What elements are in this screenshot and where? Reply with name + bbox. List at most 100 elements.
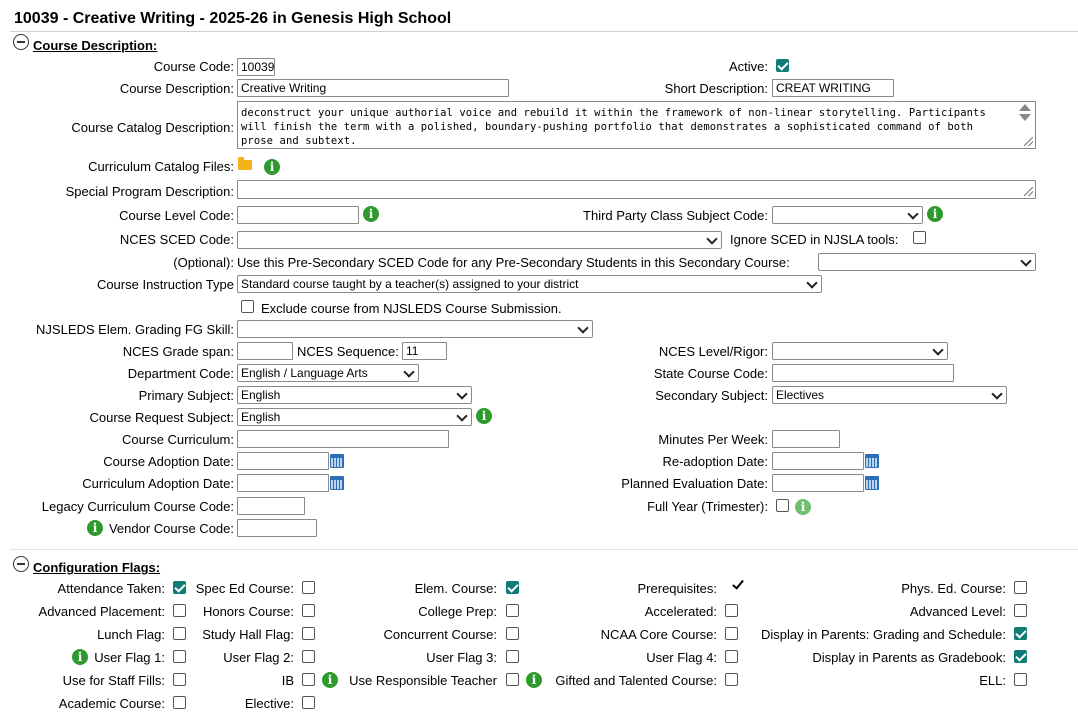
instruction-type-select[interactable]: Standard course taught by a teacher(s) a… xyxy=(237,275,822,293)
info-icon[interactable]: i xyxy=(526,672,542,688)
course-curriculum-field[interactable] xyxy=(237,430,449,448)
pre-secondary-sced-select[interactable] xyxy=(818,253,1036,271)
nces-sequence-label: NCES Sequence: xyxy=(297,344,399,359)
info-icon[interactable]: i xyxy=(322,672,338,688)
flag-elective-label: Elective: xyxy=(244,696,294,711)
flag-user-flag-2-checkbox[interactable] xyxy=(302,650,315,663)
flag-lunch-checkbox[interactable] xyxy=(173,627,186,640)
info-icon[interactable]: i xyxy=(927,206,943,222)
collapse-minus-icon[interactable] xyxy=(13,556,29,572)
flag-attendance-taken-label: Attendance Taken: xyxy=(57,581,165,596)
course-code-label: Course Code: xyxy=(153,59,234,74)
flag-staff-fills-checkbox[interactable] xyxy=(173,673,186,686)
calendar-icon[interactable] xyxy=(330,454,344,468)
scroll-down-icon[interactable] xyxy=(1019,114,1031,121)
nces-sequence-field[interactable]: 11 xyxy=(402,342,447,360)
flag-ncaa-checkbox[interactable] xyxy=(725,627,738,640)
flag-academic-label: Academic Course: xyxy=(58,696,165,711)
nces-grade-span-field[interactable] xyxy=(237,342,293,360)
flag-attendance-taken-checkbox[interactable] xyxy=(173,581,186,594)
chevron-down-icon xyxy=(806,277,818,289)
flag-ib-checkbox[interactable] xyxy=(302,673,315,686)
primary-subject-select[interactable]: English xyxy=(237,386,472,404)
secondary-subject-select[interactable]: Electives xyxy=(772,386,1007,404)
legacy-label: Legacy Curriculum Course Code: xyxy=(41,499,234,514)
flag-responsible-teacher-checkbox[interactable] xyxy=(506,673,519,686)
planned-eval-field[interactable] xyxy=(772,474,864,492)
resize-grip-icon[interactable] xyxy=(1024,137,1033,146)
course-description-field[interactable]: Creative Writing xyxy=(237,79,509,97)
nces-sced-select[interactable] xyxy=(237,231,722,249)
flag-phys-ed-checkbox[interactable] xyxy=(1014,581,1027,594)
course-code-field[interactable]: 10039 xyxy=(237,58,275,76)
vendor-field[interactable] xyxy=(237,519,317,537)
third-party-select[interactable] xyxy=(772,206,923,224)
flag-academic-checkbox[interactable] xyxy=(173,696,186,709)
state-course-field[interactable] xyxy=(772,364,954,382)
flag-prerequisites-label: Prerequisites: xyxy=(637,581,717,596)
flag-honors-checkbox[interactable] xyxy=(302,604,315,617)
flag-gifted-checkbox[interactable] xyxy=(725,673,738,686)
special-program-textarea[interactable] xyxy=(237,180,1036,199)
flag-study-hall-checkbox[interactable] xyxy=(302,627,315,640)
flag-advanced-level-checkbox[interactable] xyxy=(1014,604,1027,617)
info-icon[interactable]: i xyxy=(476,408,492,424)
info-icon[interactable]: i xyxy=(795,499,811,515)
flag-ncaa-label: NCAA Core Course: xyxy=(600,627,717,642)
info-icon[interactable]: i xyxy=(264,159,280,175)
calendar-icon[interactable] xyxy=(865,476,879,490)
checkmark-icon[interactable] xyxy=(732,577,744,590)
flag-concurrent-checkbox[interactable] xyxy=(506,627,519,640)
request-subject-label: Course Request Subject: xyxy=(89,410,234,425)
active-checkbox[interactable] xyxy=(776,59,789,72)
flag-elem-course-label: Elem. Course: xyxy=(414,581,497,596)
readoption-field[interactable] xyxy=(772,452,864,470)
exclude-njsleds-checkbox[interactable] xyxy=(241,300,254,313)
scroll-up-icon[interactable] xyxy=(1019,104,1031,111)
readoption-label: Re-adoption Date: xyxy=(662,454,768,469)
resize-grip-icon[interactable] xyxy=(1024,187,1033,196)
info-icon[interactable]: i xyxy=(363,206,379,222)
request-subject-select[interactable]: English xyxy=(237,408,472,426)
collapse-minus-icon[interactable] xyxy=(13,34,29,50)
calendar-icon[interactable] xyxy=(330,476,344,490)
info-icon[interactable]: i xyxy=(72,649,88,665)
flag-user-flag-1-checkbox[interactable] xyxy=(173,650,186,663)
nces-level-select[interactable] xyxy=(772,342,948,360)
njsleds-label: NJSLEDS Elem. Grading FG Skill: xyxy=(36,322,234,337)
flag-elective-checkbox[interactable] xyxy=(302,696,315,709)
short-description-field[interactable]: CREAT WRITING xyxy=(772,79,894,97)
calendar-icon[interactable] xyxy=(865,454,879,468)
title-divider xyxy=(10,31,1078,32)
section-heading-course-description: Course Description: xyxy=(33,38,158,53)
flag-ib-label: IB xyxy=(281,673,294,688)
flag-spec-ed-checkbox[interactable] xyxy=(302,581,315,594)
course-level-code-field[interactable] xyxy=(237,206,359,224)
section-heading-configuration-flags: Configuration Flags: xyxy=(33,560,161,575)
full-year-checkbox[interactable] xyxy=(776,499,789,512)
flag-display-gradebook-checkbox[interactable] xyxy=(1014,650,1027,663)
njsleds-select[interactable] xyxy=(237,320,593,338)
minutes-field[interactable] xyxy=(772,430,840,448)
ignore-sced-checkbox[interactable] xyxy=(913,231,926,244)
flag-user-flag-3-checkbox[interactable] xyxy=(506,650,519,663)
active-label: Active: xyxy=(728,59,768,74)
department-select[interactable]: English / Language Arts xyxy=(237,364,419,382)
folder-icon[interactable] xyxy=(238,157,252,170)
adoption-date-field[interactable] xyxy=(237,452,329,470)
flag-accelerated-checkbox[interactable] xyxy=(725,604,738,617)
info-icon[interactable]: i xyxy=(87,520,103,536)
ignore-sced-label: Ignore SCED in NJSLA tools: xyxy=(730,232,899,247)
flag-advanced-placement-checkbox[interactable] xyxy=(173,604,186,617)
flag-elem-course-checkbox[interactable] xyxy=(506,581,519,594)
flag-college-prep-checkbox[interactable] xyxy=(506,604,519,617)
secondary-subject-label: Secondary Subject: xyxy=(655,388,768,403)
catalog-description-textarea[interactable]: deconstruct your unique authorial voice … xyxy=(237,101,1036,149)
course-curriculum-label: Course Curriculum: xyxy=(122,432,234,447)
legacy-field[interactable] xyxy=(237,497,305,515)
curriculum-catalog-files-label: Curriculum Catalog Files: xyxy=(88,159,234,174)
flag-ell-checkbox[interactable] xyxy=(1014,673,1027,686)
flag-user-flag-4-checkbox[interactable] xyxy=(725,650,738,663)
flag-display-grading-schedule-checkbox[interactable] xyxy=(1014,627,1027,640)
curriculum-adoption-field[interactable] xyxy=(237,474,329,492)
